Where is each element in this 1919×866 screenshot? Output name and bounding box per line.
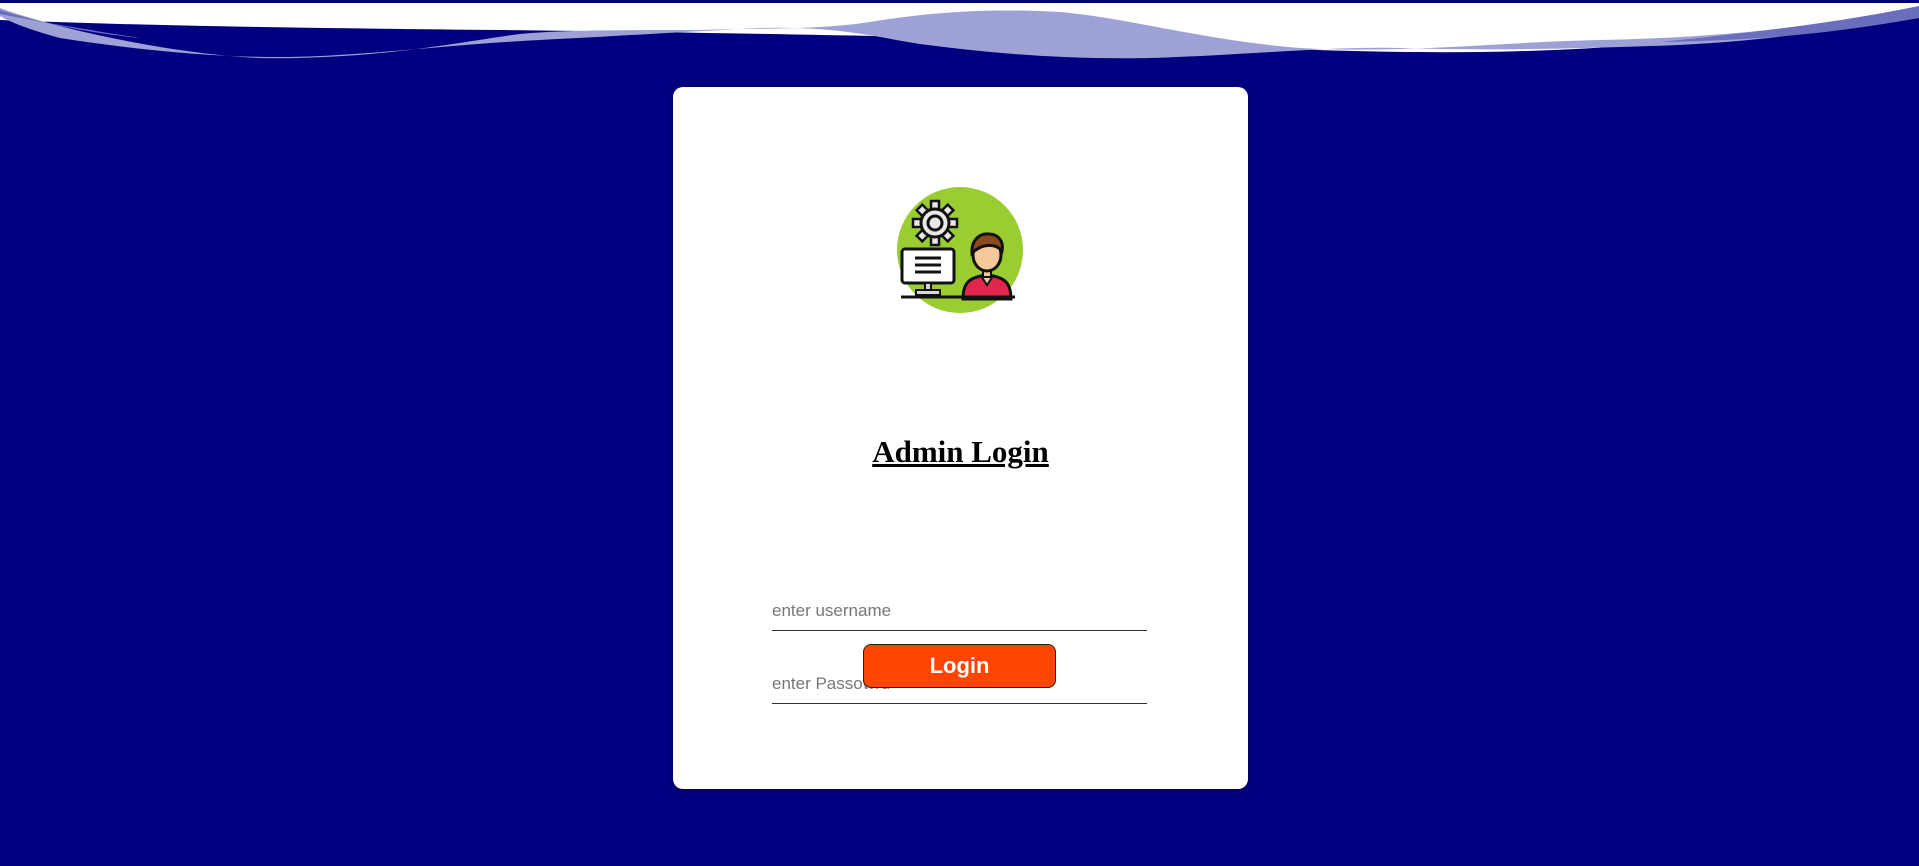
admin-avatar-icon (897, 187, 1023, 313)
login-card: Admin Login Login (673, 87, 1248, 789)
page-title: Admin Login (872, 434, 1049, 469)
login-page: Admin Login Login (0, 0, 1919, 866)
username-input[interactable] (772, 591, 1147, 631)
login-button[interactable]: Login (863, 644, 1056, 688)
wave-decoration (0, 0, 1919, 70)
